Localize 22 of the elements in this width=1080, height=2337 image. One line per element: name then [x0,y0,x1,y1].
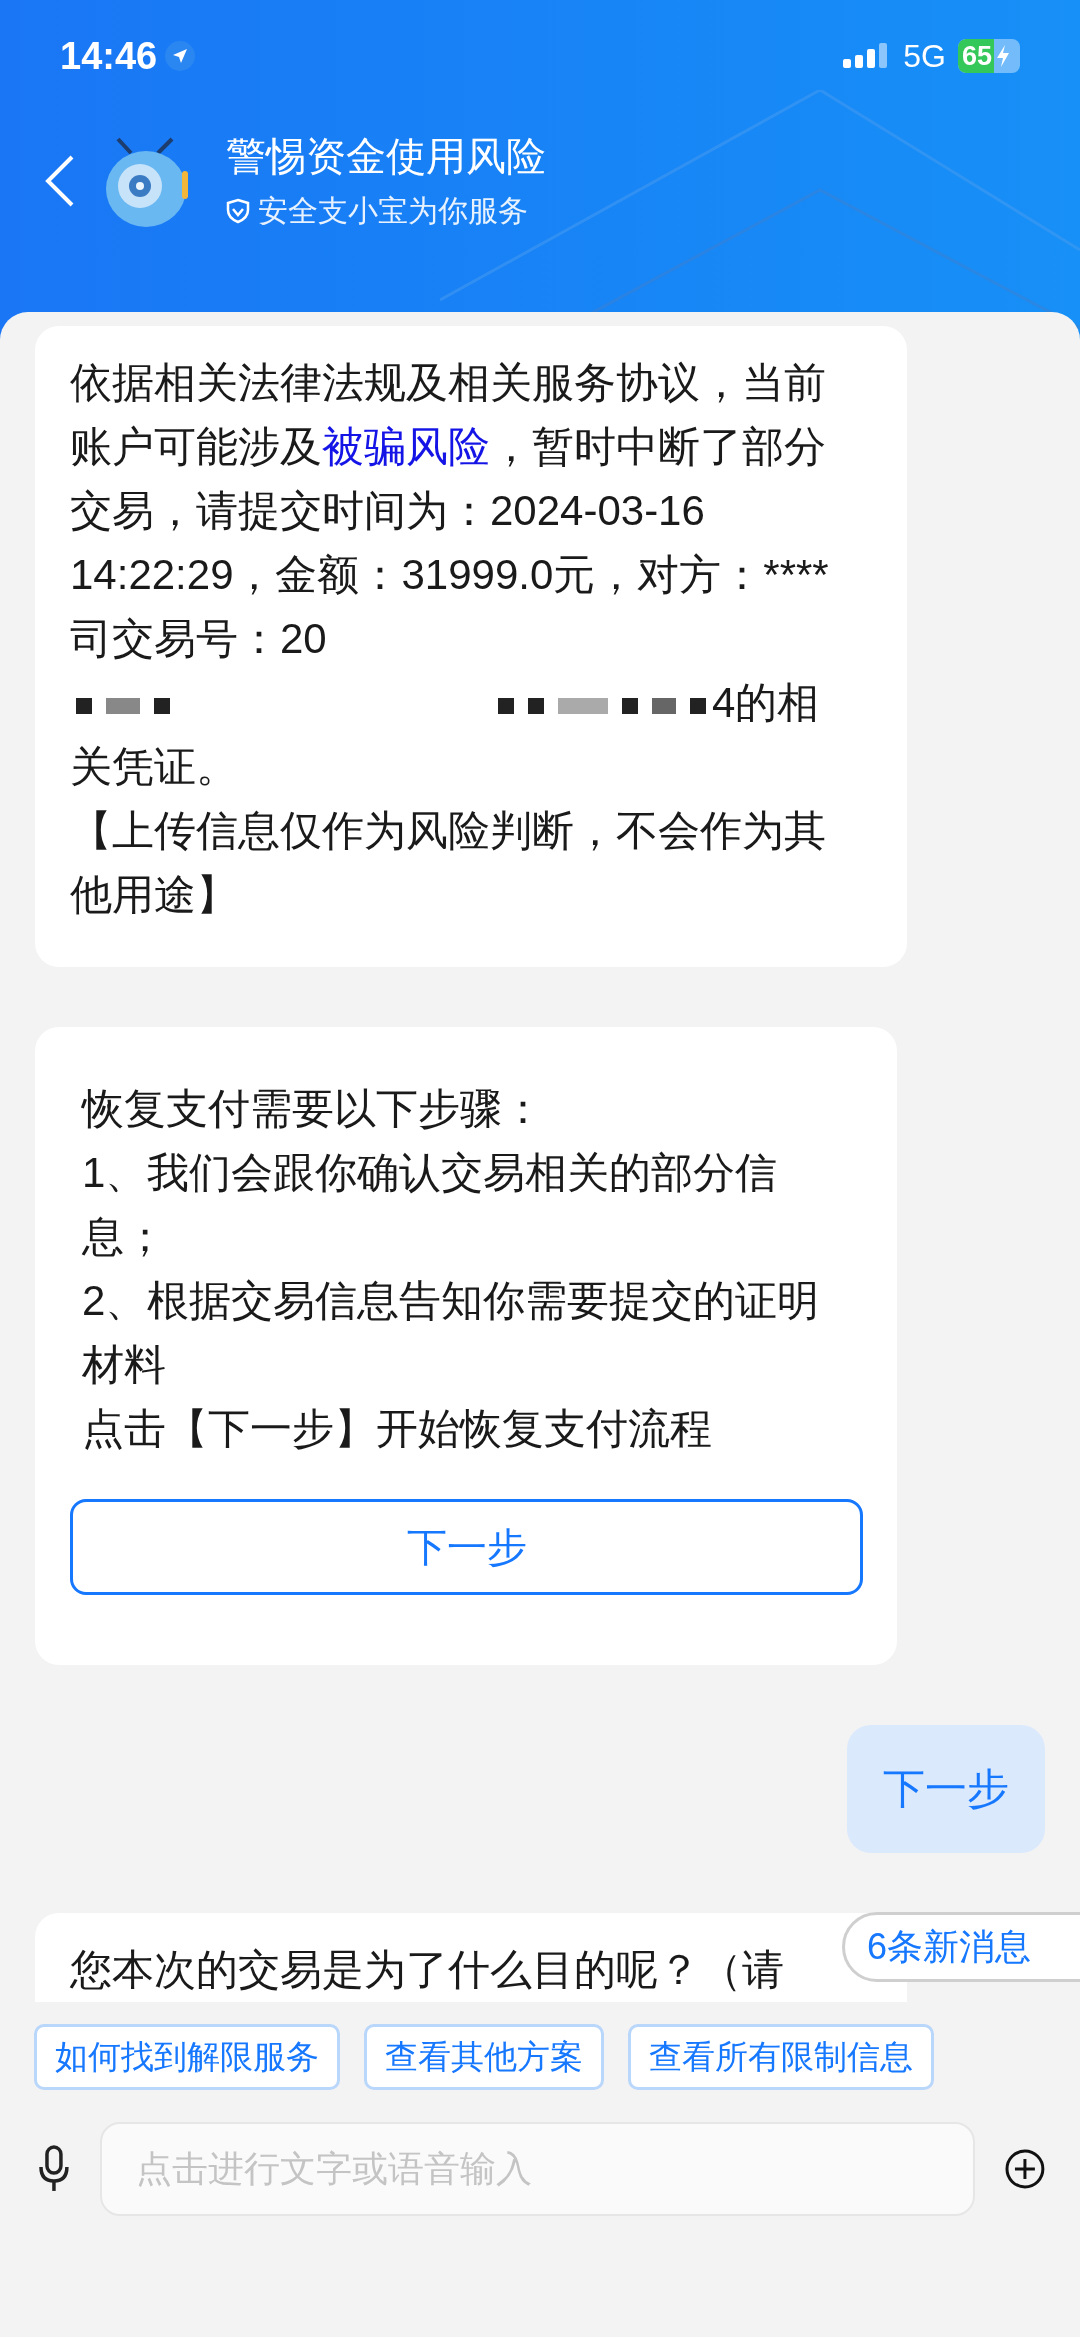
window-title: 警惕资金使用风险 [226,133,546,180]
microphone-icon[interactable] [38,2145,70,2193]
network-label: 5G [903,37,946,76]
message-text: 下一步 [883,1764,1009,1814]
status-time: 14:46 [60,33,158,79]
shield-icon [226,197,250,224]
message-text: 依据相关法律法规及相关服务协议，当前账户可能涉及被骗风险，暂时中断了部分交易，请提交时间为：2024-03-16 14:22:29，金额：31999.0元，对方：****司交易号：20 4的相关凭证。 [70,358,830,792]
quick-reply-chip[interactable]: 如何找到解限服务 [34,2024,340,2090]
message-text: 2、根据交易信息告知你需要提交的证明材料 [82,1276,821,1390]
message-text: 1、我们会跟你确认交易相关的部分信息； [82,1148,779,1262]
quick-reply-chip[interactable]: 查看所有限制信息 [628,2024,934,2090]
header-subtitle: 安全支小宝为你服务 [258,193,528,229]
message-text: 【上传信息仅作为风险判断，不会作为其他用途】 [70,806,827,920]
add-icon[interactable] [1005,2149,1045,2189]
quick-reply-chip[interactable]: 查看其他方案 [364,2024,604,2090]
risk-link[interactable]: 被骗风险 [322,423,490,470]
message-text: 您本次的交易是为了什么目的呢？（请 [70,1945,785,1995]
next-step-button[interactable]: 下一步 [70,1499,863,1595]
message-text: 点击【下一步】开始恢复支付流程 [82,1404,713,1454]
battery-icon: 65 [958,39,1020,73]
new-messages-pill[interactable]: 6条新消息 [842,1912,1080,1982]
message-text: 恢复支付需要以下步骤： [82,1084,545,1134]
